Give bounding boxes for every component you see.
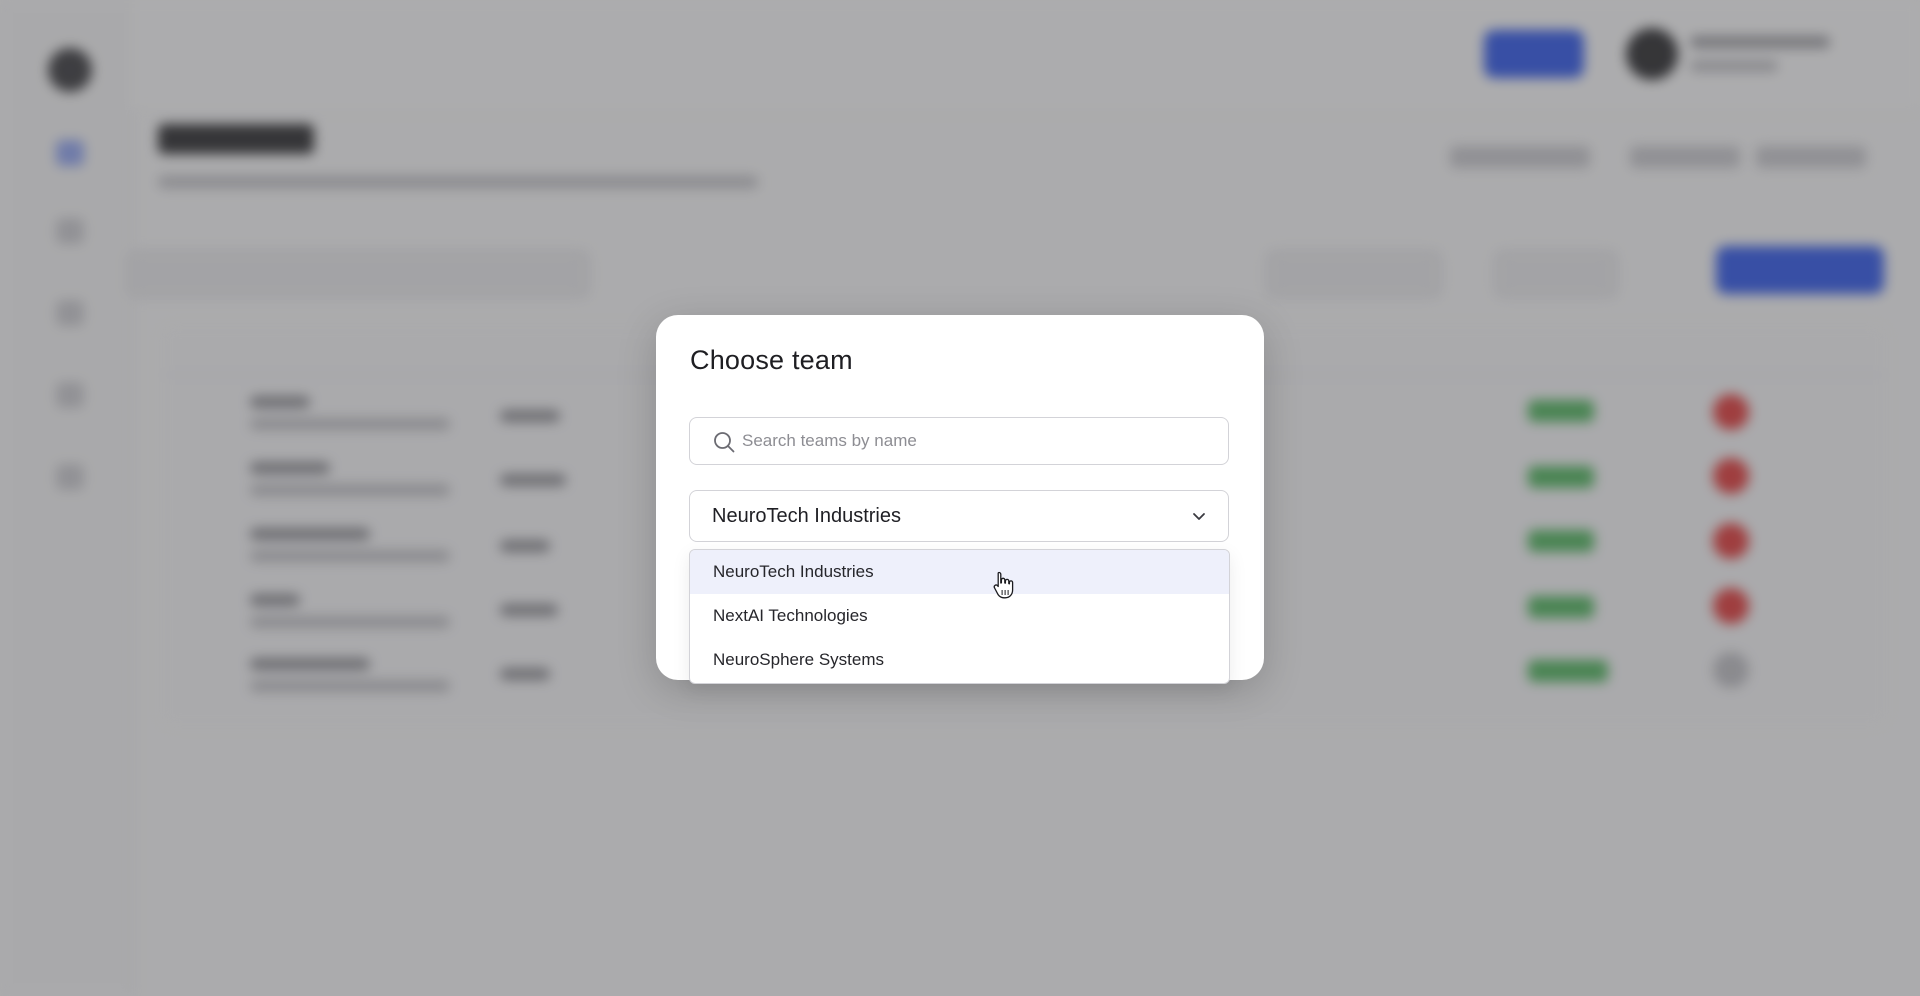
modal-title: Choose team: [690, 345, 853, 375]
team-options-list: NeuroTech Industries NextAI Technologies…: [689, 549, 1230, 684]
team-search-field[interactable]: [689, 417, 1229, 465]
chevron-down-icon: [1193, 513, 1205, 520]
search-icon: [714, 432, 735, 453]
team-select-value: NeuroTech Industries: [712, 505, 901, 527]
team-option-neurotech-industries[interactable]: NeuroTech Industries: [690, 550, 1229, 594]
team-option-nextai-technologies[interactable]: NextAI Technologies: [690, 594, 1229, 638]
team-option-neurosphere-systems[interactable]: NeuroSphere Systems: [690, 638, 1229, 682]
hand-pointer-icon: [993, 571, 1014, 599]
team-search-input[interactable]: [742, 418, 1212, 464]
team-select[interactable]: NeuroTech Industries: [689, 490, 1229, 542]
